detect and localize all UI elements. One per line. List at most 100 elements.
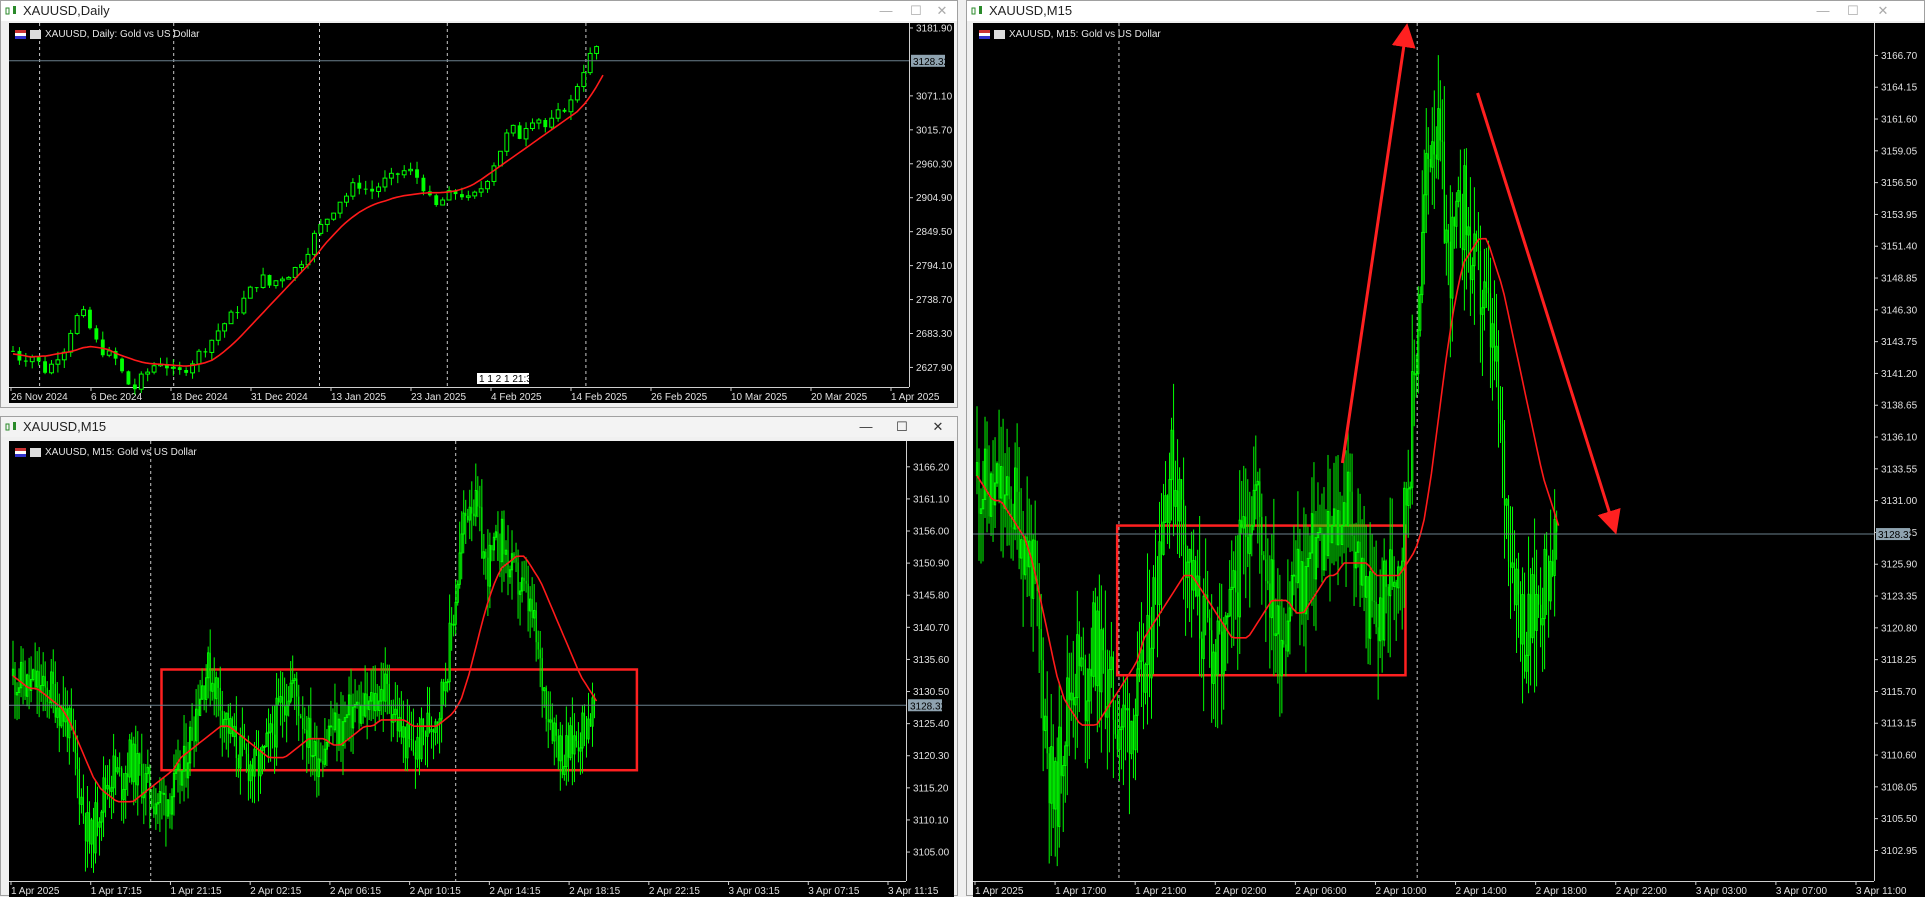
price-tick-label: 3125.40 xyxy=(913,719,950,730)
candle-body xyxy=(998,463,1000,499)
candle-body xyxy=(1383,560,1386,641)
candle-body xyxy=(1292,574,1296,577)
candle-body xyxy=(1322,533,1326,571)
minimize-button[interactable]: — xyxy=(1812,2,1834,20)
candle-body xyxy=(432,729,435,733)
candle-body xyxy=(299,264,305,268)
titlebar-daily[interactable]: XAUUSD,Daily — ☐ ✕ xyxy=(1,1,957,21)
candle-body xyxy=(986,449,988,496)
candle-body xyxy=(1174,490,1177,507)
chart-daily[interactable]: 3181.90 3071.10 3015.70 2960.30 2904.90 2849.… xyxy=(9,23,954,403)
candle-body xyxy=(1519,594,1522,645)
maximize-button[interactable]: ☐ xyxy=(1842,2,1864,20)
maximize-button[interactable]: ☐ xyxy=(905,2,927,20)
candle-body xyxy=(1201,638,1203,659)
candle-body xyxy=(574,86,580,101)
candle-body xyxy=(1373,600,1375,602)
candle-body xyxy=(543,119,548,128)
candle-body xyxy=(207,652,210,679)
candle-body xyxy=(1160,541,1163,555)
window-title: XAUUSD,Daily xyxy=(23,3,110,18)
candle-body xyxy=(1475,233,1478,242)
candle-body xyxy=(1449,241,1451,299)
price-tick-label: 3125.90 xyxy=(1881,560,1918,571)
candle-body xyxy=(1022,539,1024,575)
candle-body xyxy=(467,515,469,521)
candle-body xyxy=(541,658,543,691)
candle-body xyxy=(151,365,157,373)
candle-body xyxy=(587,718,590,740)
candle-body xyxy=(557,735,559,761)
candle-body xyxy=(1048,753,1050,804)
candle-body xyxy=(451,623,453,625)
price-tick-label: 2627.90 xyxy=(916,363,953,374)
candle-body xyxy=(510,124,516,134)
candle-body xyxy=(392,713,395,723)
candle-body xyxy=(376,186,381,193)
chart-m15-large[interactable]: 3166.70 3164.15 3161.60 3159.05 3156.50 3153.… xyxy=(973,23,1925,897)
window-daily: XAUUSD,Daily — ☐ ✕ 3181.90 3071.10 3015.70… xyxy=(0,0,958,408)
candle-body xyxy=(179,763,181,786)
candle-body xyxy=(169,799,171,815)
candle-body xyxy=(485,551,487,558)
chart-window-icon xyxy=(5,4,19,22)
candle-body xyxy=(1429,158,1431,168)
candle-body xyxy=(384,673,387,702)
candle-body xyxy=(1391,549,1393,587)
candle-body xyxy=(166,799,170,817)
price-tick-label: 3133.55 xyxy=(1881,464,1918,475)
candle-body xyxy=(340,719,342,746)
candle-body xyxy=(333,712,337,731)
price-tick-label: 2960.30 xyxy=(916,159,953,170)
chart-window-icon xyxy=(5,420,19,438)
candle-body xyxy=(1078,634,1080,667)
candle-body xyxy=(503,519,505,555)
candle-body xyxy=(201,685,204,700)
candle-body xyxy=(485,180,490,190)
candle-body xyxy=(237,758,239,769)
candle-body xyxy=(504,549,508,555)
candle-body xyxy=(594,46,600,54)
price-tick-label: 3138.65 xyxy=(1881,401,1918,412)
candle-body xyxy=(1110,656,1113,671)
candle-body xyxy=(343,717,347,723)
close-button[interactable]: ✕ xyxy=(1872,2,1894,20)
candle-body xyxy=(1413,371,1415,375)
candle-body xyxy=(1385,561,1387,587)
titlebar-m15-large[interactable]: XAUUSD,M15 — ☐ ✕ xyxy=(967,1,1924,21)
time-tick-label: 23 Jan 2025 xyxy=(411,392,466,403)
candle-body xyxy=(979,508,983,514)
titlebar-m15-small[interactable]: XAUUSD,M15 — ☐ ✕ xyxy=(1,417,957,437)
maximize-button[interactable]: ☐ xyxy=(891,418,913,436)
candle-body xyxy=(424,731,427,737)
candle-body xyxy=(1237,592,1239,617)
close-button[interactable]: ✕ xyxy=(927,418,949,436)
candle-body xyxy=(1433,141,1435,155)
candle-body xyxy=(1242,516,1245,529)
candle-body xyxy=(1092,602,1095,677)
price-tick-label: 3015.70 xyxy=(916,125,953,136)
candle-body xyxy=(1104,650,1106,718)
minimize-button[interactable]: — xyxy=(875,2,897,20)
candle-body xyxy=(1100,629,1103,693)
candle-body xyxy=(136,753,139,786)
chart-m15-small[interactable]: 3166.20 3161.10 3156.00 3150.90 3145.80 3140.… xyxy=(9,441,954,897)
minimize-button[interactable]: — xyxy=(855,418,877,436)
candle-body xyxy=(1325,534,1327,556)
candle-body xyxy=(1537,594,1540,605)
candle-body xyxy=(1126,708,1129,711)
time-tick-label: 2 Apr 10:15 xyxy=(410,886,462,897)
candle-body xyxy=(388,172,394,179)
time-tick-label: 4 Feb 2025 xyxy=(491,392,542,403)
candle-body xyxy=(1056,761,1058,827)
candle-body xyxy=(562,109,567,112)
candle-body xyxy=(1300,561,1304,614)
candle-body xyxy=(1265,559,1267,582)
candle-body xyxy=(255,749,258,755)
price-tick-label: 3130.50 xyxy=(913,687,950,698)
candle-body xyxy=(527,583,529,611)
candle-body xyxy=(1503,440,1506,506)
close-button[interactable]: ✕ xyxy=(931,2,953,20)
candle-body xyxy=(211,682,214,692)
price-tick-label: 3108.05 xyxy=(1881,782,1918,793)
